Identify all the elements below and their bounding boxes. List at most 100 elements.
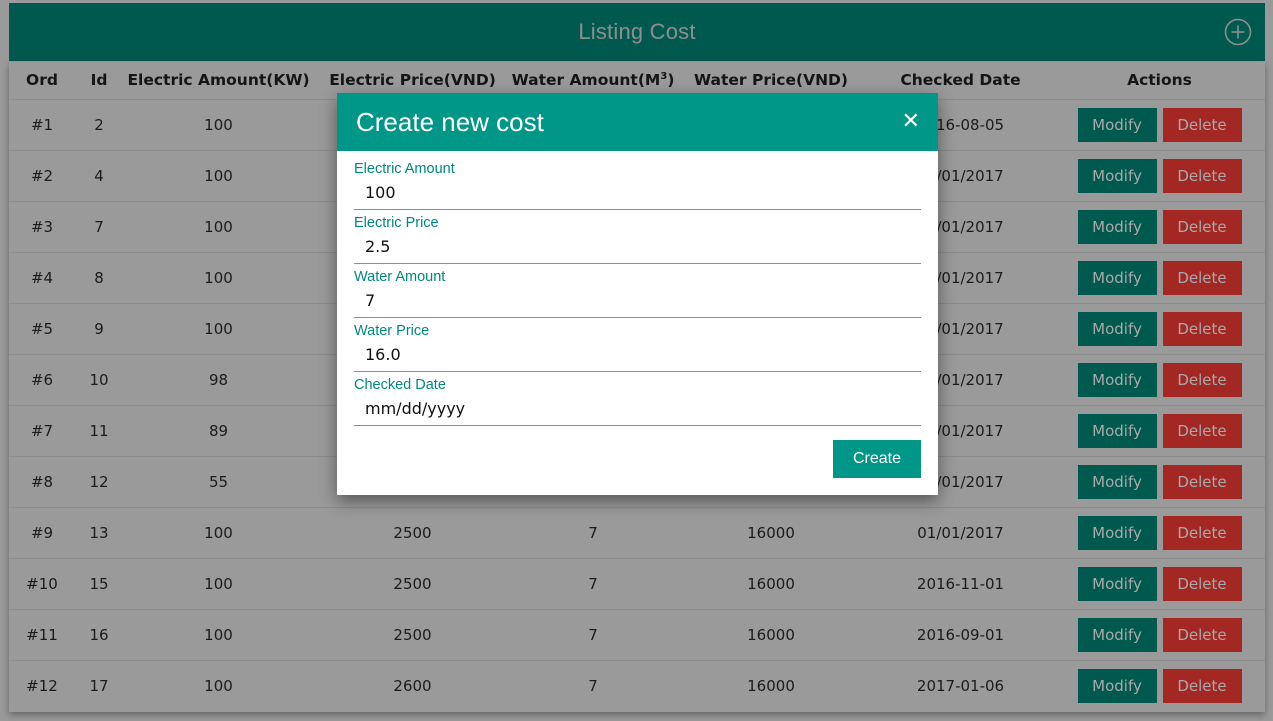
close-icon[interactable]: ✕ [902, 111, 920, 133]
row-checked-date: 2016-11-01 [867, 557, 1054, 609]
row-id: 12 [75, 455, 123, 507]
table-row: #12 17 100 2600 7 16000 2017-01-06 Modify Delete [9, 659, 1265, 711]
field-label: Electric Amount [354, 161, 455, 177]
field-input-water-price[interactable] [354, 342, 921, 371]
row-id: 16 [75, 608, 123, 660]
app-header: Listing Cost [9, 3, 1265, 61]
row-actions: Modify Delete [1054, 557, 1265, 609]
row-ord: #2 [9, 149, 75, 201]
modify-button[interactable]: Modify [1077, 260, 1157, 295]
row-electric-amount: 100 [123, 98, 314, 150]
delete-button[interactable]: Delete [1162, 362, 1242, 397]
delete-button[interactable]: Delete [1162, 515, 1242, 550]
modify-button[interactable]: Modify [1077, 209, 1157, 244]
field-label: Electric Price [354, 215, 439, 231]
row-actions: Modify Delete [1054, 455, 1265, 507]
row-id: 10 [75, 353, 123, 405]
create-cost-modal: Create new cost ✕ Electric Amount Electri… [337, 93, 938, 495]
field-input-water-amount[interactable] [354, 288, 921, 317]
row-actions: Modify Delete [1054, 302, 1265, 354]
modify-button[interactable]: Modify [1077, 158, 1157, 193]
row-id: 17 [75, 659, 123, 711]
modify-button[interactable]: Modify [1077, 311, 1157, 346]
row-electric-amount: 100 [123, 659, 314, 711]
column-header-id[interactable]: Id [75, 62, 123, 99]
field-label: Water Amount [354, 269, 446, 285]
modify-button[interactable]: Modify [1077, 668, 1157, 703]
row-ord: #3 [9, 200, 75, 252]
row-ord: #6 [9, 353, 75, 405]
form-field: Checked Date [354, 372, 921, 426]
delete-button[interactable]: Delete [1162, 668, 1242, 703]
table-row: #9 13 100 2500 7 16000 01/01/2017 Modify Delete [9, 506, 1265, 558]
row-checked-date: 2016-09-01 [867, 608, 1054, 660]
modal-footer: Create [337, 426, 938, 495]
row-electric-price: 2500 [314, 557, 511, 609]
delete-button[interactable]: Delete [1162, 413, 1242, 448]
modal-title: Create new cost [356, 106, 544, 137]
cubic-superscript: 3 [660, 71, 668, 83]
delete-button[interactable]: Delete [1162, 209, 1242, 244]
create-button[interactable]: Create [832, 440, 921, 478]
delete-button[interactable]: Delete [1162, 617, 1242, 652]
form-field: Electric Price [354, 210, 921, 264]
column-header-electric-amount[interactable]: Electric Amount(KW) [123, 62, 314, 99]
row-actions: Modify Delete [1054, 149, 1265, 201]
row-actions: Modify Delete [1054, 506, 1265, 558]
modify-button[interactable]: Modify [1077, 617, 1157, 652]
row-electric-amount: 89 [123, 404, 314, 456]
row-actions: Modify Delete [1054, 251, 1265, 303]
row-electric-amount: 100 [123, 557, 314, 609]
delete-button[interactable]: Delete [1162, 158, 1242, 193]
circle-plus-icon[interactable] [1224, 18, 1252, 46]
page-title: Listing Cost [578, 19, 696, 44]
row-electric-amount: 100 [123, 506, 314, 558]
row-id: 2 [75, 98, 123, 150]
row-water-price: 16000 [675, 659, 867, 711]
delete-button[interactable]: Delete [1162, 464, 1242, 499]
row-actions: Modify Delete [1054, 98, 1265, 150]
form-field: Water Price [354, 318, 921, 372]
modify-button[interactable]: Modify [1077, 464, 1157, 499]
row-id: 11 [75, 404, 123, 456]
column-header-ord[interactable]: Ord [9, 62, 75, 99]
row-electric-price: 2500 [314, 506, 511, 558]
row-actions: Modify Delete [1054, 608, 1265, 660]
modify-button[interactable]: Modify [1077, 566, 1157, 601]
modal-header: Create new cost ✕ [337, 93, 938, 151]
row-water-amount: 7 [511, 557, 675, 609]
row-actions: Modify Delete [1054, 353, 1265, 405]
row-id: 9 [75, 302, 123, 354]
delete-button[interactable]: Delete [1162, 311, 1242, 346]
row-water-amount: 7 [511, 608, 675, 660]
row-water-price: 16000 [675, 557, 867, 609]
row-electric-amount: 98 [123, 353, 314, 405]
modify-button[interactable]: Modify [1077, 515, 1157, 550]
row-id: 7 [75, 200, 123, 252]
delete-button[interactable]: Delete [1162, 260, 1242, 295]
row-id: 13 [75, 506, 123, 558]
delete-button[interactable]: Delete [1162, 107, 1242, 142]
row-electric-amount: 100 [123, 302, 314, 354]
modify-button[interactable]: Modify [1077, 413, 1157, 448]
row-electric-price: 2600 [314, 659, 511, 711]
field-input-electric-amount[interactable] [354, 180, 921, 209]
table-row: #10 15 100 2500 7 16000 2016-11-01 Modify Delete [9, 557, 1265, 609]
row-electric-amount: 100 [123, 149, 314, 201]
field-input-checked-date[interactable] [354, 396, 921, 425]
row-ord: #7 [9, 404, 75, 456]
row-ord: #1 [9, 98, 75, 150]
modify-button[interactable]: Modify [1077, 362, 1157, 397]
page-root: Listing Cost Ord Id Electric Amount(KW) … [0, 0, 1273, 721]
modify-button[interactable]: Modify [1077, 107, 1157, 142]
field-input-electric-price[interactable] [354, 234, 921, 263]
delete-button[interactable]: Delete [1162, 566, 1242, 601]
row-ord: #4 [9, 251, 75, 303]
row-water-price: 16000 [675, 608, 867, 660]
row-electric-amount: 100 [123, 251, 314, 303]
row-ord: #5 [9, 302, 75, 354]
row-ord: #8 [9, 455, 75, 507]
row-actions: Modify Delete [1054, 404, 1265, 456]
row-electric-amount: 55 [123, 455, 314, 507]
row-id: 8 [75, 251, 123, 303]
